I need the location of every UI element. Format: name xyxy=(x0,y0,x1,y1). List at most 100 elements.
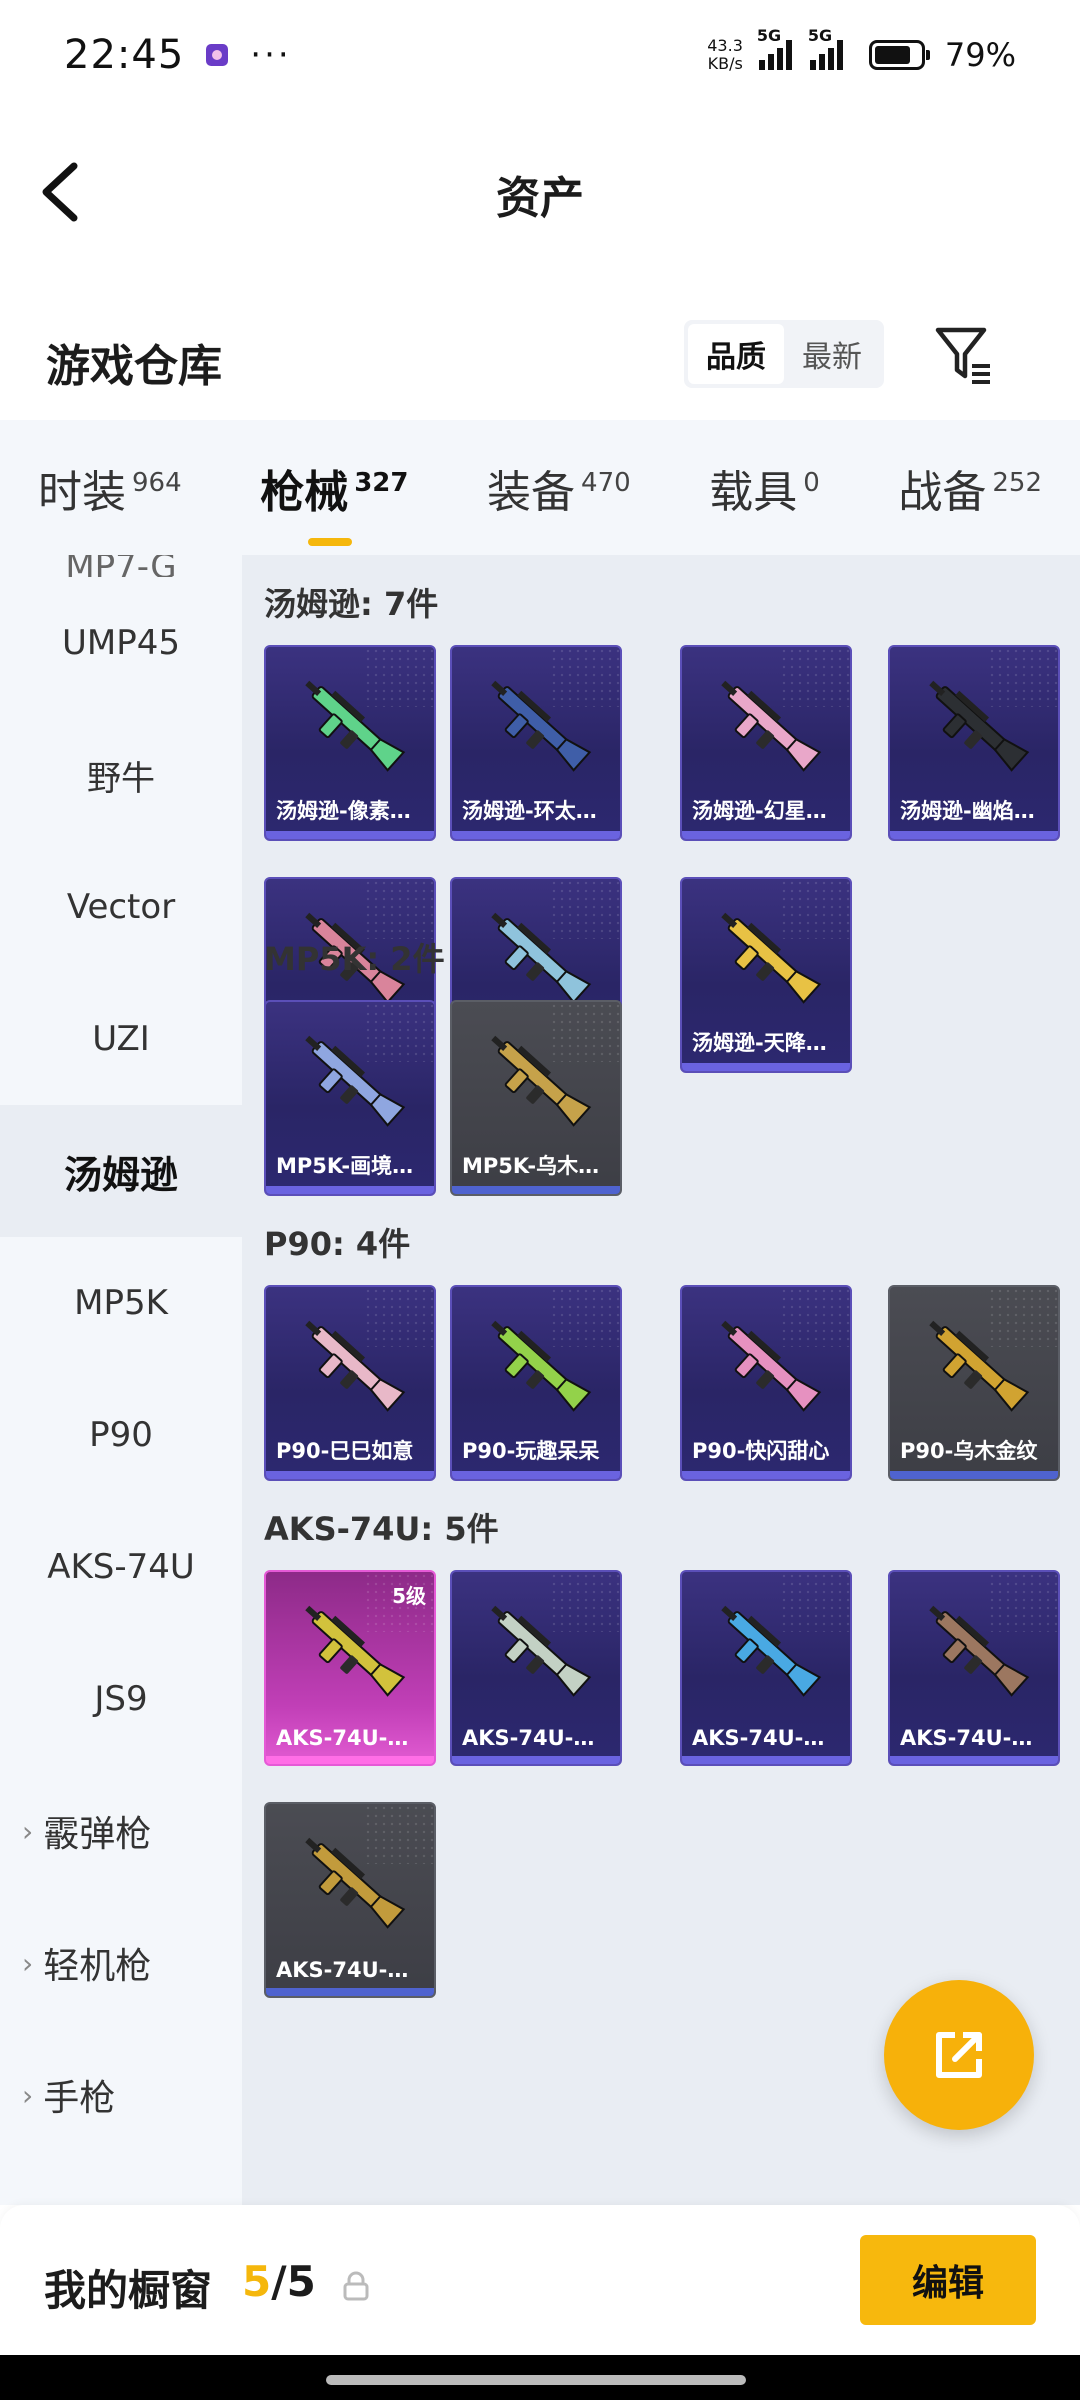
tab-fashion[interactable]: 时装 964 xyxy=(38,456,182,520)
weapon-skin-image xyxy=(305,680,406,772)
chevron-right-icon: › xyxy=(22,1946,34,1980)
weapon-section: AKS-74U: 5件 5级 AKS-74U-… AKS-74U-… AKS-74U-…… xyxy=(242,1490,1080,1998)
sidebar-item-vector[interactable]: Vector xyxy=(0,841,242,973)
weapon-card[interactable]: AKS-74U-… xyxy=(264,1802,436,1998)
status-time: 22:45 xyxy=(64,32,185,78)
sidebar-item-bizon[interactable]: 野牛 xyxy=(0,709,242,841)
weapon-card[interactable]: 汤姆逊-环太… xyxy=(450,645,622,841)
weapon-skin-image xyxy=(721,680,822,772)
showcase-count: 5/5 xyxy=(242,2257,316,2306)
sidebar-group-lmg[interactable]: › 轻机枪 xyxy=(0,1897,242,2029)
sort-newest-button[interactable]: 最新 xyxy=(784,324,880,384)
rarity-bar xyxy=(890,1756,1058,1764)
rarity-bar xyxy=(682,831,850,839)
rarity-bar xyxy=(452,1186,620,1194)
section-title: MP5K: 2件 xyxy=(264,940,445,978)
weapon-name: AKS-74U-… xyxy=(462,1726,595,1750)
sidebar-item-aks74u[interactable]: AKS-74U xyxy=(0,1501,242,1633)
weapon-name: 汤姆逊-幽焰… xyxy=(900,799,1035,823)
weapon-card[interactable]: P90-巳巳如意 xyxy=(264,1285,436,1481)
sidebar-item-p90[interactable]: P90 xyxy=(0,1369,242,1501)
weapon-skin-image xyxy=(305,1320,406,1412)
rarity-bar xyxy=(890,831,1058,839)
weapon-card[interactable]: P90-玩趣呆呆 xyxy=(450,1285,622,1481)
sidebar-group-shotgun[interactable]: › 霰弹枪 xyxy=(0,1765,242,1897)
app-notification-icon xyxy=(206,44,229,66)
rarity-bar xyxy=(682,1756,850,1764)
network-speed: 43.3 KB/s xyxy=(707,36,743,73)
weapon-card[interactable]: P90-快闪甜心 xyxy=(680,1285,852,1481)
weapon-name: 汤姆逊-天降… xyxy=(692,1031,827,1055)
sidebar-item-ump45[interactable]: UMP45 xyxy=(0,577,242,709)
rarity-bar xyxy=(266,1988,434,1996)
weapon-name: AKS-74U-… xyxy=(276,1726,409,1750)
edit-button[interactable]: 编辑 xyxy=(860,2235,1036,2325)
weapon-skin-image xyxy=(491,1320,592,1412)
rarity-bar xyxy=(890,1471,1058,1479)
home-gesture-handle[interactable] xyxy=(326,2375,746,2385)
tab-equipment[interactable]: 装备 470 xyxy=(487,456,631,520)
section-title: AKS-74U: 5件 xyxy=(264,1510,499,1548)
rarity-bar xyxy=(266,1756,434,1764)
weapon-skin-image xyxy=(491,680,592,772)
rarity-bar xyxy=(682,1471,850,1479)
weapon-skin-image xyxy=(491,1035,592,1127)
weapon-card[interactable]: 汤姆逊-天降… xyxy=(680,877,852,1073)
sidebar-item-mp7[interactable]: MP7-G xyxy=(0,555,242,577)
weapon-card[interactable]: AKS-74U-… xyxy=(680,1570,852,1766)
rarity-bar xyxy=(682,1063,850,1071)
weapon-card[interactable]: 5级 AKS-74U-… xyxy=(264,1570,436,1766)
weapon-card[interactable]: MP5K-画境… xyxy=(264,1000,436,1196)
sidebar-item-thompson[interactable]: 汤姆逊 xyxy=(0,1105,242,1237)
weapon-name: 汤姆逊-环太… xyxy=(462,799,597,823)
weapon-skin-image xyxy=(721,912,822,1004)
warehouse-title: 游戏仓库 xyxy=(46,341,222,392)
weapon-name: P90-乌木金纹 xyxy=(900,1439,1038,1463)
weapon-sidebar: MP7-G UMP45 野牛 Vector UZI 汤姆逊 MP5K P90 A… xyxy=(0,555,242,2205)
warehouse-header: 游戏仓库 品质 最新 xyxy=(0,300,1080,420)
weapon-section: MP5K: 2件 MP5K-画境… MP5K-乌木… xyxy=(242,920,1080,1196)
showcase-title: 我的橱窗 xyxy=(44,2266,213,2315)
section-title: 汤姆逊: 7件 xyxy=(264,585,439,623)
weapon-name: P90-快闪甜心 xyxy=(692,1439,830,1463)
sidebar-item-uzi[interactable]: UZI xyxy=(0,973,242,1105)
weapon-skin-image xyxy=(305,1035,406,1127)
weapon-card[interactable]: AKS-74U-… xyxy=(888,1570,1060,1766)
tab-vehicles[interactable]: 载具 0 xyxy=(709,456,820,520)
weapon-section: JS9: 1件 xyxy=(242,2183,1080,2205)
battery-icon xyxy=(868,40,930,70)
weapon-name: AKS-74U-… xyxy=(692,1726,825,1750)
more-notifications-icon: ··· xyxy=(250,35,292,75)
weapon-card[interactable]: MP5K-乌木… xyxy=(450,1000,622,1196)
weapon-name: P90-玩趣呆呆 xyxy=(462,1439,600,1463)
signal-icon: 5G xyxy=(757,26,792,70)
weapon-card[interactable]: 汤姆逊-幽焰… xyxy=(888,645,1060,841)
tab-firearms[interactable]: 枪械 327 xyxy=(260,456,408,546)
filter-icon[interactable] xyxy=(934,322,994,388)
weapon-section: P90: 4件 P90-巳巳如意 P90-玩趣呆呆 P90-快闪甜心 P90-乌木金纹 xyxy=(242,1205,1080,1481)
page-title: 资产 xyxy=(496,173,584,224)
chevron-right-icon: › xyxy=(22,2078,34,2112)
tab-supplies[interactable]: 战备 252 xyxy=(898,456,1042,520)
sidebar-group-pistol[interactable]: › 手枪 xyxy=(0,2029,242,2161)
rarity-bar xyxy=(266,1186,434,1194)
status-indicators: 43.3 KB/s 5G 5G 79% xyxy=(707,26,1016,74)
sidebar-item-mp5k[interactable]: MP5K xyxy=(0,1237,242,1369)
active-tab-indicator xyxy=(308,537,353,546)
battery-percent: 79% xyxy=(944,36,1016,74)
weapon-card[interactable]: AKS-74U-… xyxy=(450,1570,622,1766)
weapon-card[interactable]: P90-乌木金纹 xyxy=(888,1285,1060,1481)
rarity-bar xyxy=(452,1471,620,1479)
share-button[interactable] xyxy=(884,1980,1034,2130)
section-title: JS9: 1件 xyxy=(264,2197,399,2205)
weapon-skin-image xyxy=(929,1320,1030,1412)
status-bar: 22:45 ··· 43.3 KB/s 5G 5G 79% xyxy=(0,0,1080,110)
weapon-name: 汤姆逊-像素… xyxy=(276,799,411,823)
weapon-name: 汤姆逊-幻星… xyxy=(692,799,827,823)
sort-quality-button[interactable]: 品质 xyxy=(688,324,784,384)
weapon-card[interactable]: 汤姆逊-幻星… xyxy=(680,645,852,841)
page-header: 资产 xyxy=(0,110,1080,270)
weapon-card[interactable]: 汤姆逊-像素… xyxy=(264,645,436,841)
sidebar-item-js9[interactable]: JS9 xyxy=(0,1633,242,1765)
weapon-skin-image xyxy=(305,1837,406,1929)
